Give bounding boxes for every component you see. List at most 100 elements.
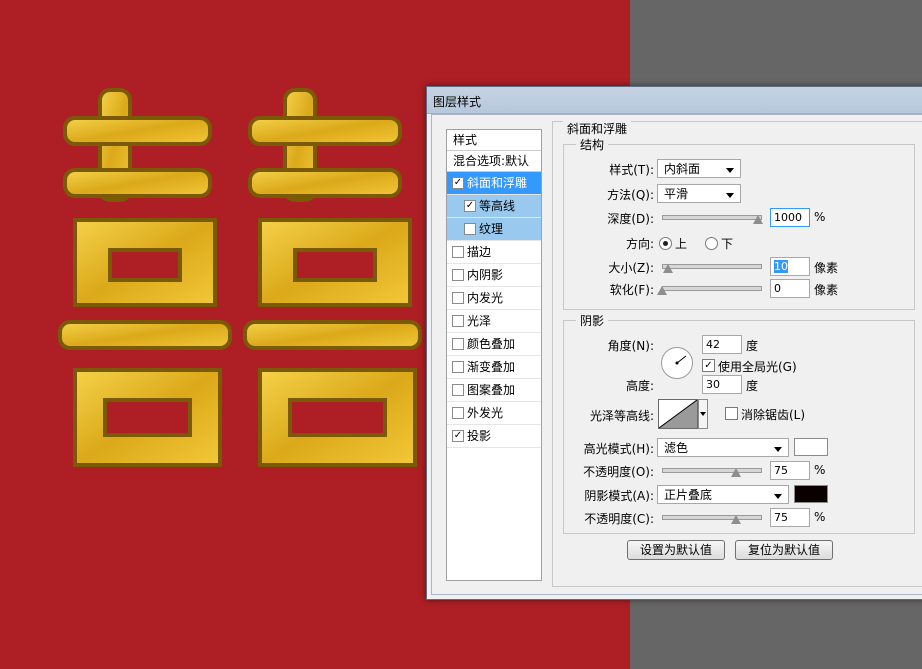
global-light-checkbox[interactable]: ✓: [702, 359, 715, 372]
color-overlay-checkbox[interactable]: [452, 338, 464, 350]
reset-default-button[interactable]: 复位为默认值: [735, 540, 833, 560]
inner-shadow-checkbox[interactable]: [452, 269, 464, 281]
shading-title: 阴影: [576, 312, 609, 329]
style-item-label: 图案叠加: [467, 383, 516, 397]
chevron-down-icon: [700, 412, 706, 416]
style-item-texture[interactable]: 纹理: [447, 218, 541, 241]
style-item-gradient-overlay[interactable]: 渐变叠加: [447, 356, 541, 379]
direction-down-label: 下: [721, 237, 734, 251]
style-item-label: 等高线: [479, 199, 516, 213]
structure-title: 结构: [576, 136, 609, 153]
soften-slider-track[interactable]: [662, 286, 762, 291]
technique-select[interactable]: 平滑: [657, 184, 741, 203]
shadow-mode-value: 正片叠底: [664, 488, 713, 502]
panel-title: 斜面和浮雕: [563, 120, 632, 137]
chevron-down-icon: [726, 193, 734, 198]
size-input[interactable]: 10: [770, 257, 810, 276]
chevron-down-icon: [774, 447, 782, 452]
style-list-header[interactable]: 样式: [447, 130, 541, 151]
depth-unit: %: [814, 210, 826, 224]
pattern-overlay-checkbox[interactable]: [452, 384, 464, 396]
style-item-label: 斜面和浮雕: [467, 176, 528, 190]
soften-label: 软化(F):: [609, 283, 654, 297]
shadow-opacity-input[interactable]: 75: [770, 508, 810, 527]
style-item-inner-shadow[interactable]: 内阴影: [447, 264, 541, 287]
style-item-satin[interactable]: 光泽: [447, 310, 541, 333]
soften-slider-thumb[interactable]: [657, 286, 667, 295]
technique-value: 平滑: [664, 187, 689, 201]
size-slider-track[interactable]: [662, 264, 762, 269]
shadow-opacity-thumb[interactable]: [730, 515, 741, 524]
altitude-input[interactable]: 30: [702, 375, 742, 394]
depth-slider-thumb[interactable]: [753, 215, 764, 224]
style-item-label: 描边: [467, 245, 492, 259]
gradient-overlay-checkbox[interactable]: [452, 361, 464, 373]
dialog-client: 样式 混合选项:默认 ✓ 斜面和浮雕 ✓ 等高线 纹理 描边 内阴影 内发光 光泽 …: [431, 114, 922, 595]
direction-label: 方向:: [625, 237, 654, 251]
style-item-pattern-overlay[interactable]: 图案叠加: [447, 379, 541, 402]
chevron-down-icon: [774, 494, 782, 499]
inner-glow-checkbox[interactable]: [452, 292, 464, 304]
outer-glow-checkbox[interactable]: [452, 407, 464, 419]
style-item-drop-shadow[interactable]: ✓ 投影: [447, 425, 541, 448]
shadow-mode-select[interactable]: 正片叠底: [657, 485, 789, 504]
satin-checkbox[interactable]: [452, 315, 464, 327]
highlight-mode-select[interactable]: 滤色: [657, 438, 789, 457]
texture-checkbox[interactable]: [464, 223, 476, 235]
shadow-opacity-unit: %: [814, 510, 826, 524]
antialias-checkbox[interactable]: [725, 407, 738, 420]
drop-shadow-checkbox[interactable]: ✓: [452, 430, 464, 442]
layer-style-dialog: 图层样式 样式 混合选项:默认 ✓ 斜面和浮雕 ✓ 等高线 纹理 描边 内阴影 内发…: [426, 86, 922, 600]
style-item-outer-glow[interactable]: 外发光: [447, 402, 541, 425]
stroke-checkbox[interactable]: [452, 246, 464, 258]
angle-dial[interactable]: [661, 347, 693, 379]
bevel-checkbox[interactable]: ✓: [452, 177, 464, 189]
highlight-opacity-track[interactable]: [662, 468, 762, 473]
gloss-contour-preview[interactable]: [658, 399, 698, 429]
highlight-opacity-input[interactable]: 75: [770, 461, 810, 480]
make-default-button[interactable]: 设置为默认值: [627, 540, 725, 560]
highlight-mode-value: 滤色: [664, 441, 689, 455]
shadow-color-swatch[interactable]: [794, 485, 828, 503]
style-list: 样式 混合选项:默认 ✓ 斜面和浮雕 ✓ 等高线 纹理 描边 内阴影 内发光 光泽 …: [446, 129, 542, 581]
contour-checkbox[interactable]: ✓: [464, 200, 476, 212]
style-item-contour[interactable]: ✓ 等高线: [447, 195, 541, 218]
direction-down-radio[interactable]: [705, 237, 718, 250]
size-label: 大小(Z):: [608, 261, 654, 275]
highlight-opacity-thumb[interactable]: [730, 468, 741, 477]
shadow-opacity-track[interactable]: [662, 515, 762, 520]
style-item-bevel[interactable]: ✓ 斜面和浮雕: [447, 172, 541, 195]
structure-group: 结构 样式(T): 内斜面 方法(Q): 平滑 深度(D): 1000 % 方向…: [563, 136, 915, 310]
style-item-color-overlay[interactable]: 颜色叠加: [447, 333, 541, 356]
bevel-style-select[interactable]: 内斜面: [657, 159, 741, 178]
style-item-inner-glow[interactable]: 内发光: [447, 287, 541, 310]
highlight-opacity-label: 不透明度(O):: [583, 465, 654, 479]
style-item-label: 纹理: [479, 222, 504, 236]
soften-input[interactable]: 0: [770, 279, 810, 298]
technique-label: 方法(Q):: [607, 188, 654, 202]
gloss-contour-dropdown[interactable]: [698, 399, 708, 429]
depth-slider-track[interactable]: [662, 215, 762, 220]
direction-up-label: 上: [675, 237, 688, 251]
style-item-label: 内发光: [467, 291, 504, 305]
depth-input[interactable]: 1000: [770, 208, 810, 227]
angle-unit: 度: [746, 339, 759, 353]
style-item-label: 内阴影: [467, 268, 504, 282]
bevel-emboss-panel: 斜面和浮雕 结构 样式(T): 内斜面 方法(Q): 平滑 深度(D): 100…: [552, 120, 922, 587]
style-item-label: 渐变叠加: [467, 360, 516, 374]
size-slider-thumb[interactable]: [662, 264, 673, 273]
blend-options-item[interactable]: 混合选项:默认: [447, 151, 541, 172]
style-item-label: 颜色叠加: [467, 337, 516, 351]
highlight-color-swatch[interactable]: [794, 438, 828, 456]
direction-up-radio[interactable]: [659, 237, 672, 250]
size-input-value: 10: [774, 260, 788, 273]
altitude-label: 高度:: [625, 379, 654, 393]
style-label: 样式(T):: [609, 163, 654, 177]
angle-input[interactable]: 42: [702, 335, 742, 354]
contour-linear-icon: [659, 400, 697, 428]
highlight-mode-label: 高光模式(H):: [583, 442, 654, 456]
style-item-label: 光泽: [467, 314, 492, 328]
gloss-contour-label: 光泽等高线:: [589, 409, 654, 423]
style-item-stroke[interactable]: 描边: [447, 241, 541, 264]
dialog-titlebar[interactable]: 图层样式: [427, 87, 922, 114]
